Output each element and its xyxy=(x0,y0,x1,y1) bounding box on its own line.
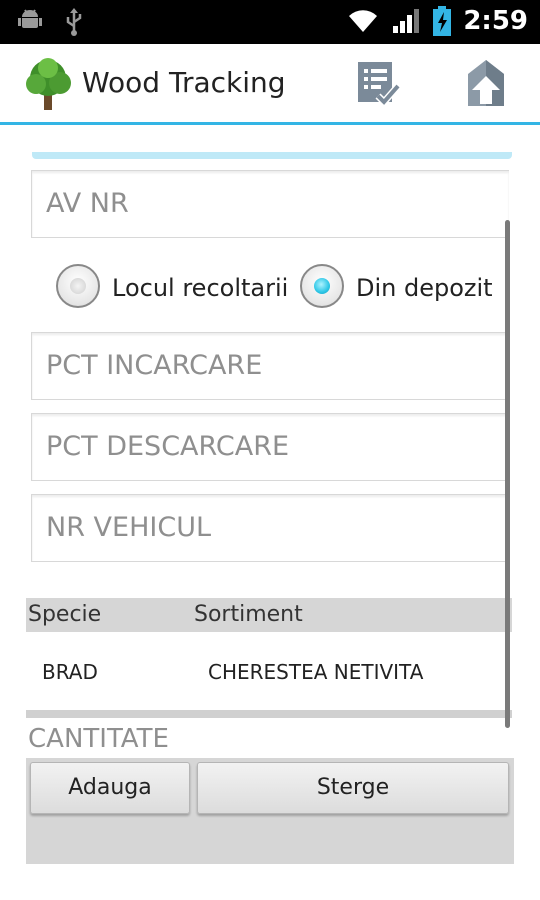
nr-vehicul-field[interactable]: NR VEHICUL xyxy=(31,494,509,562)
home-icon[interactable] xyxy=(460,58,512,110)
pct-incarcare-field[interactable]: PCT INCARCARE xyxy=(31,332,509,400)
add-button[interactable]: Adauga xyxy=(30,762,190,814)
delete-button[interactable]: Sterge xyxy=(197,762,509,814)
checklist-icon[interactable] xyxy=(352,58,404,110)
radio-label-locul-recoltarii: Locul recoltarii xyxy=(112,274,289,302)
radio-locul-recoltarii[interactable] xyxy=(56,264,100,308)
status-time: 2:59 xyxy=(463,6,528,36)
av-nr-placeholder: AV NR xyxy=(46,188,129,219)
wifi-icon xyxy=(349,10,378,32)
pct-descarcare-placeholder: PCT DESCARCARE xyxy=(46,431,290,462)
items-table-header: Specie Sortiment xyxy=(26,598,512,632)
table-row[interactable]: BRAD CHERESTEA NETIVITA xyxy=(26,632,512,712)
top-accent-line xyxy=(32,152,512,159)
battery-charging-icon xyxy=(433,6,452,36)
pct-descarcare-field[interactable]: PCT DESCARCARE xyxy=(31,413,509,481)
action-bar: Wood Tracking xyxy=(0,44,540,125)
scrollbar[interactable] xyxy=(505,220,510,728)
nr-vehicul-placeholder: NR VEHICUL xyxy=(46,512,211,543)
cantitate-field[interactable]: CANTITATE xyxy=(28,724,169,754)
radio-din-depozit[interactable] xyxy=(300,264,344,308)
cell-specie: BRAD xyxy=(42,660,98,684)
table-divider xyxy=(26,710,512,718)
android-debug-icon xyxy=(18,9,42,28)
app-title: Wood Tracking xyxy=(82,66,286,99)
usb-icon xyxy=(66,8,82,36)
column-header-sortiment: Sortiment xyxy=(194,602,303,627)
signal-icon xyxy=(393,9,420,33)
cell-sortiment: CHERESTEA NETIVITA xyxy=(208,660,424,684)
origin-radio-group: Locul recoltarii Din depozit xyxy=(56,262,516,318)
pct-incarcare-placeholder: PCT INCARCARE xyxy=(46,350,263,381)
column-header-specie: Specie xyxy=(28,602,102,627)
radio-label-din-depozit: Din depozit xyxy=(356,274,493,302)
status-bar: 2:59 xyxy=(0,0,540,44)
av-nr-field[interactable]: AV NR xyxy=(31,170,509,238)
tree-icon xyxy=(26,58,71,110)
